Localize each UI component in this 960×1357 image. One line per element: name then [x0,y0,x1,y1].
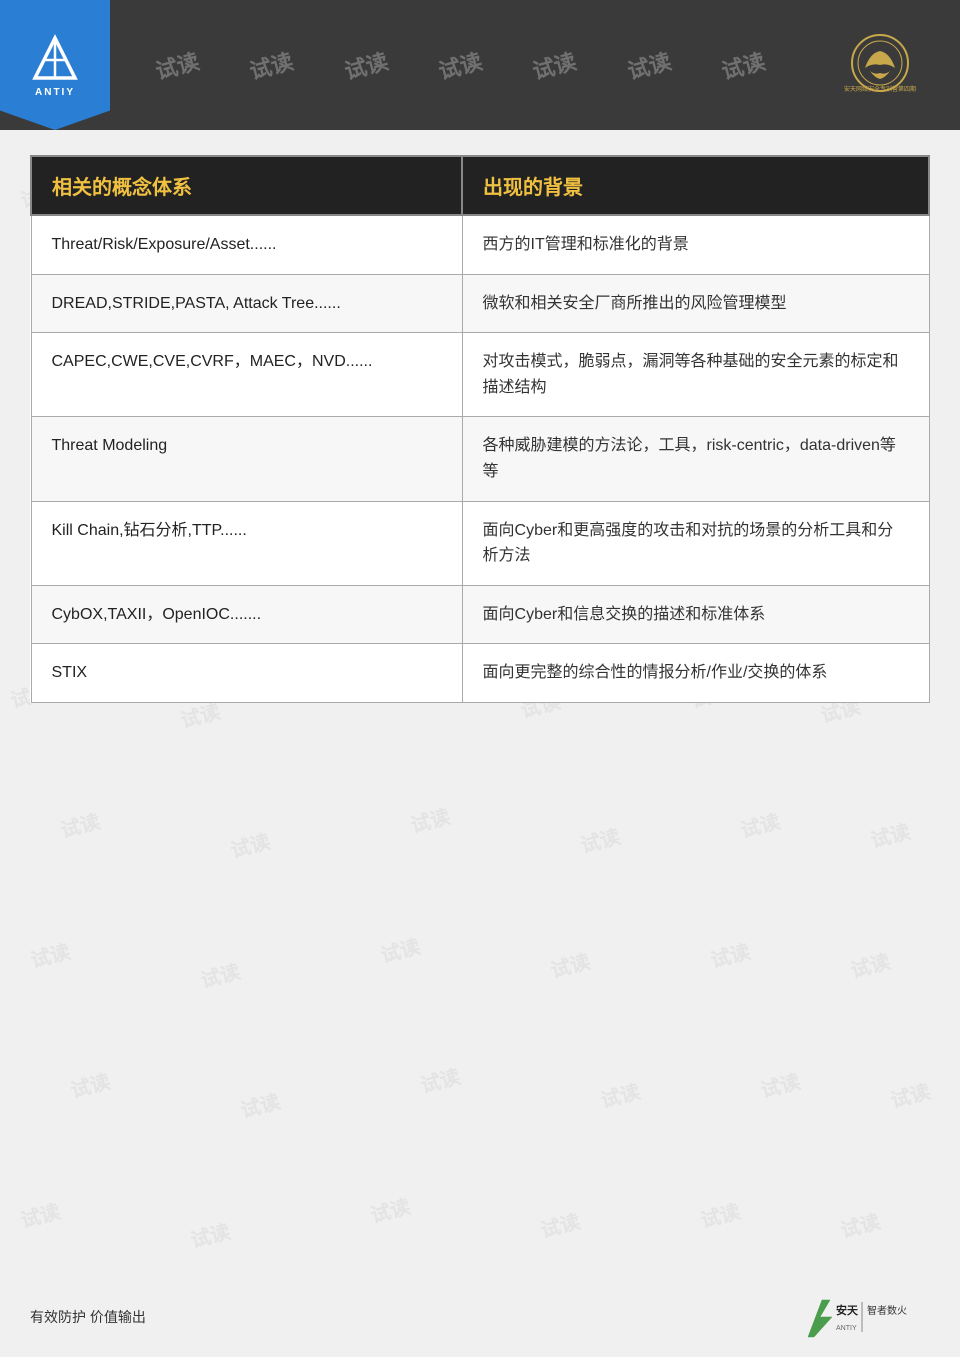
svg-text:安天: 安天 [836,1303,859,1317]
svg-text:智者数火: 智者数火 [867,1304,907,1317]
footer-logo-svg: 安天 智者数火 ANTIY [800,1292,930,1342]
table-cell-left: CybOX,TAXII，OpenIOC....... [31,585,462,644]
wm-1: 试读 [152,44,203,86]
table-row: CAPEC,CWE,CVE,CVRF，MAEC，NVD......对攻击模式，脆… [31,333,929,417]
table-cell-left: DREAD,STRIDE,PASTA, Attack Tree...... [31,274,462,333]
logo-box: ANTIY [0,0,110,130]
antiy-logo-icon [25,33,85,83]
col2-header: 出现的背景 [462,156,929,215]
wm-4: 试读 [435,44,486,86]
wm-6: 试读 [623,44,674,86]
concept-table: 相关的概念体系 出现的背景 Threat/Risk/Exposure/Asset… [30,155,930,703]
table-cell-left: STIX [31,644,462,703]
table-cell-left: Threat Modeling [31,417,462,501]
table-cell-right: 面向Cyber和信息交换的描述和标准体系 [462,585,929,644]
footer: 有效防护 价值输出 安天 智者数火 ANTIY [0,1277,960,1357]
table-cell-right: 各种威胁建模的方法论，工具，risk-centric，data-driven等等 [462,417,929,501]
table-row: CybOX,TAXII，OpenIOC.......面向Cyber和信息交换的描… [31,585,929,644]
table-row: STIX面向更完整的综合性的情报分析/作业/交换的体系 [31,644,929,703]
table-row: DREAD,STRIDE,PASTA, Attack Tree......微软和… [31,274,929,333]
wm-2: 试读 [246,44,297,86]
wm-7: 试读 [717,44,768,86]
header: ANTIY 试读 试读 试读 试读 试读 试读 试读 安天网络安全专训营第四期 [0,0,960,130]
table-row: Kill Chain,钻石分析,TTP......面向Cyber和更高强度的攻击… [31,501,929,585]
main-content: 相关的概念体系 出现的背景 Threat/Risk/Exposure/Asset… [30,155,930,1267]
wm-5: 试读 [529,44,580,86]
col1-header: 相关的概念体系 [31,156,462,215]
table-cell-left: Threat/Risk/Exposure/Asset...... [31,215,462,274]
footer-slogan: 有效防护 价值输出 [30,1307,146,1327]
table-cell-right: 面向Cyber和更高强度的攻击和对抗的场景的分析工具和分析方法 [462,501,929,585]
table-cell-right: 西方的IT管理和标准化的背景 [462,215,929,274]
svg-text:ANTIY: ANTIY [836,1325,857,1332]
svg-text:安天网络安全专训营第四期: 安天网络安全专训营第四期 [844,85,916,93]
wm-3: 试读 [340,44,391,86]
table-cell-left: Kill Chain,钻石分析,TTP...... [31,501,462,585]
brand-seal-icon: 安天网络安全专训营第四期 [840,33,920,98]
logo-label: ANTIY [35,87,75,98]
table-cell-right: 对攻击模式，脆弱点，漏洞等各种基础的安全元素的标定和描述结构 [462,333,929,417]
table-row: Threat Modeling各种威胁建模的方法论，工具，risk-centri… [31,417,929,501]
footer-logo: 安天 智者数火 ANTIY [800,1292,930,1342]
table-cell-left: CAPEC,CWE,CVE,CVRF，MAEC，NVD...... [31,333,462,417]
table-cell-right: 微软和相关安全厂商所推出的风险管理模型 [462,274,929,333]
table-row: Threat/Risk/Exposure/Asset......西方的IT管理和… [31,215,929,274]
header-watermarks: 试读 试读 试读 试读 试读 试读 试读 [110,49,810,81]
header-right-logo: 安天网络安全专训营第四期 [810,20,950,110]
table-cell-right: 面向更完整的综合性的情报分析/作业/交换的体系 [462,644,929,703]
